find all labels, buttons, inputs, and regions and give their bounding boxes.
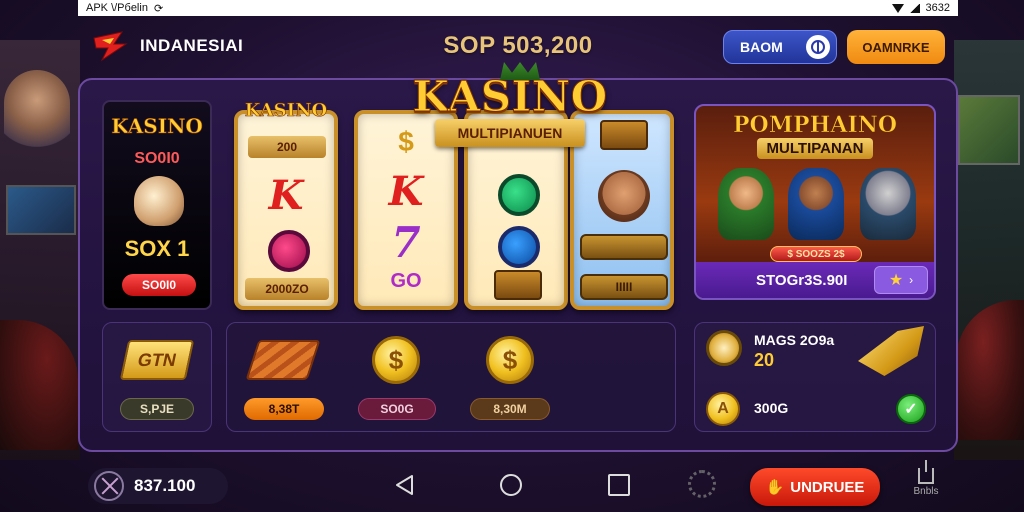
sync-icon: ⟳ [153,2,164,15]
wifi-icon [891,3,904,13]
rewards-title: MAGS 2O9a [754,332,835,348]
reel-1-gem-icon [268,230,310,272]
left-card-subtitle: SO0I0 [134,150,180,167]
promo-character-left [718,168,774,240]
reel-1-top-plate: 200 [248,136,326,158]
support-icon [806,35,830,59]
left-card-pill[interactable]: SO0I0 [122,274,196,296]
reel-4-character-icon [598,170,650,222]
star-icon: ★ [888,272,904,289]
promo-bar: STOGr3S.90I ★ › [696,262,934,298]
gold-block-icon: GTN [119,340,195,380]
share-label: Bnbls [913,486,939,497]
promo-character-right [860,168,916,240]
wallet-icon [94,471,124,501]
bottom-nav: 837.100 ✋ UNDRUEE Bnbls [78,460,958,512]
back-icon[interactable] [394,474,416,496]
promo-bar-text: STOGr3S.90I [756,271,848,289]
reel-2-symbol-k: K [388,168,424,215]
brand-name: INDANESIAI [140,36,244,55]
reel-1: KASINO 200 K 2000ZO [234,100,338,310]
hand-icon: ✋ [765,479,785,496]
recents-icon[interactable] [608,474,630,496]
gear-icon[interactable] [688,470,716,498]
promo-title: POMPHAINO [732,112,898,139]
shop-item-2-pill[interactable]: SO0G [358,398,436,420]
share-icon [918,460,934,484]
reel-1-title: KASINO [244,100,328,122]
reel-2-bottom-text: GO [390,270,422,292]
chevron-right-icon: › [909,273,914,287]
rewards-number: 20 [754,350,775,370]
share-button[interactable]: Bnbls [906,460,946,506]
blue-header-button-label: BAOM [740,39,783,55]
reel-1-symbol-k: K [268,172,304,219]
hero-ribbon: MULTIPIANUEN [435,119,585,147]
home-icon[interactable] [500,474,522,496]
creature-icon [134,176,184,226]
reel-3-blue-ring-icon [498,226,540,268]
background-person [4,70,70,170]
promo-subtitle: MULTIPANAN [696,138,934,159]
left-card-title: KASINO [111,114,203,139]
coin-icon: $ [486,336,534,384]
reel-2-symbol-7: 7 [391,218,421,267]
wallet-amount: 837.100 [134,476,196,495]
reel-4-banner [580,234,668,260]
reward-coin-icon: A [706,392,740,426]
promo-card[interactable]: POMPHAINO MULTIPANAN $ SOOZS 2$ STOGr3S.… [694,104,936,300]
orange-header-button[interactable]: OAMNRKE [847,30,945,64]
signal-icon [909,3,920,13]
hero-title: KASINO MULTIPIANUEN [410,62,610,168]
reel-3-green-ring-icon [498,174,540,216]
clock-icon [706,330,742,366]
rewards-line: 300G [754,400,789,416]
background-monitor [6,185,76,235]
wallet-button[interactable]: 837.100 [88,468,228,504]
status-left-text: APK \/Pбelin [86,2,148,14]
tile-a-pill[interactable]: S,PJE [120,398,194,420]
shop-item-3-pill[interactable]: 8,30M [470,398,550,420]
reel-3-chest-icon [494,270,542,300]
balance-title: SOP 503,200 [443,32,593,59]
promo-character-center [788,168,844,240]
blue-header-button[interactable]: BAOM [723,30,837,64]
cta-label: UNDRUEE [790,478,865,496]
promo-star-button[interactable]: ★ › [874,266,928,294]
background-monitor-right [958,95,1020,165]
shop-item-1-pill[interactable]: 8,38T [244,398,324,420]
cta-button[interactable]: ✋ UNDRUEE [750,468,880,506]
status-bar: APK \/Pбelin ⟳ 3632 [78,0,958,16]
claim-check-button[interactable]: ✓ [896,394,926,424]
left-card-amount: SOX 1 [124,236,190,261]
left-feature-card[interactable]: KASINO SO0I0 SOX 1 SO0I0 [102,100,212,310]
status-clock: 3632 [925,2,950,14]
coin-icon: $ [372,336,420,384]
reel-1-bottom-plate: 2000ZO [245,278,329,300]
promo-mini-pill: $ SOOZS 2$ [770,246,862,262]
reel-4-bottom-banner: IIIII [580,274,668,300]
brand-logo-icon [93,31,128,62]
gold-bars-icon [245,340,321,380]
